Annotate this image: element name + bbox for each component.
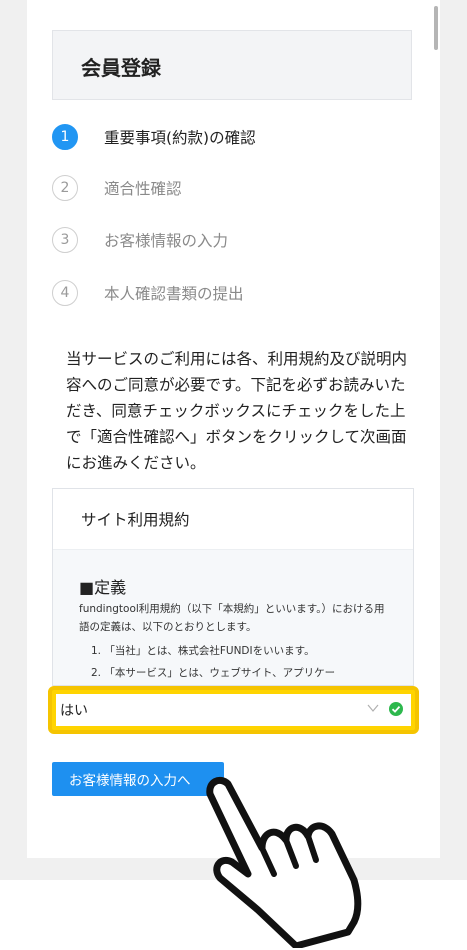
step-number: 3 xyxy=(52,227,78,253)
chevron-down-icon xyxy=(367,704,379,712)
step-number: 1 xyxy=(52,124,78,150)
step-label: 重要事項(約款)の確認 xyxy=(104,129,256,147)
page-title-box: 会員登録 xyxy=(52,30,412,100)
scrollbar[interactable] xyxy=(434,6,438,50)
step-1-terms: 1 重要事項(約款)の確認 xyxy=(52,123,256,151)
terms-section-title: ■定義 xyxy=(79,578,127,597)
step-number: 4 xyxy=(52,280,78,306)
agreement-select-highlight: はい xyxy=(48,686,419,734)
step-number: 2 xyxy=(52,175,78,201)
pointing-hand-icon xyxy=(206,776,362,948)
check-circle-icon xyxy=(389,702,403,716)
step-4-id-documents: 4 本人確認書類の提出 xyxy=(52,279,244,307)
terms-heading: サイト利用規約 xyxy=(53,489,413,550)
terms-paragraph: fundingtool利用規約（以下「本規約」といいます。）における用語の定義は… xyxy=(79,603,385,633)
step-label: お客様情報の入力 xyxy=(104,232,229,250)
step-2-suitability: 2 適合性確認 xyxy=(52,174,182,202)
agreement-select[interactable]: はい xyxy=(56,694,411,726)
terms-list-item: 1. 「当社」とは、株式会社FUNDIをいいます。 xyxy=(91,645,315,657)
terms-list: 1. 「当社」とは、株式会社FUNDIをいいます。 2. 「本サービス」とは、ウ… xyxy=(79,640,391,684)
agreement-select-value: はい xyxy=(60,703,88,719)
terms-list-item: 2. 「本サービス」とは、ウェブサイト、アプリケー xyxy=(91,667,336,679)
step-label: 本人確認書類の提出 xyxy=(104,285,244,303)
step-label: 適合性確認 xyxy=(104,180,182,198)
terms-content[interactable]: ■定義 fundingtool利用規約（以下「本規約」といいます。）における用語… xyxy=(53,550,413,685)
intro-text: 当サービスのご利用には各、利用規約及び説明内容へのご同意が必要です。下記を必ずお… xyxy=(66,350,408,472)
terms-box[interactable]: サイト利用規約 ■定義 fundingtool利用規約（以下「本規約」といいます… xyxy=(52,488,414,686)
page-title: 会員登録 xyxy=(81,56,161,80)
step-3-customer-info: 3 お客様情報の入力 xyxy=(52,226,228,254)
